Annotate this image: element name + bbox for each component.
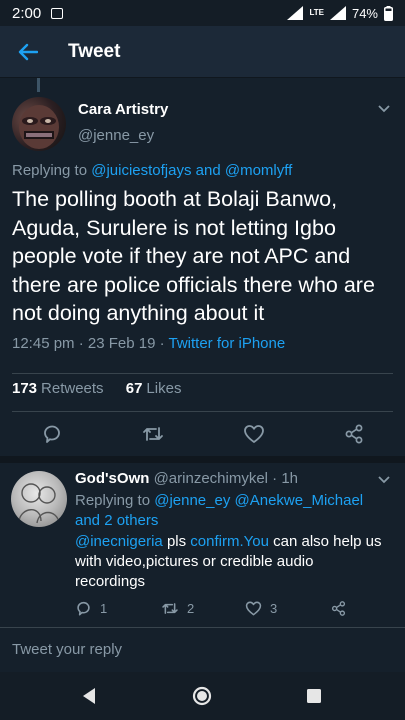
- reply-icon: [77, 601, 90, 616]
- tweet-timestamp: 12:45 pm · 23 Feb 19 ·: [12, 335, 169, 352]
- url-link[interactable]: confirm.You: [190, 533, 269, 550]
- replying-and: and: [195, 162, 221, 179]
- status-icons: LTE 74%: [287, 5, 393, 21]
- reply-author-handle[interactable]: @arinzechimykel · 1h: [154, 470, 298, 487]
- status-bar: 2:00 LTE 74%: [0, 0, 405, 26]
- image-notification-icon: [51, 7, 64, 19]
- battery-icon: [384, 5, 393, 21]
- retweet-icon: [162, 603, 178, 614]
- thread-connector-line: [37, 78, 40, 92]
- reply-tweet[interactable]: God'sOwn @arinzechimykel · 1h Replying t…: [0, 369, 405, 627]
- app-bar: Tweet: [0, 26, 405, 78]
- nav-home-icon[interactable]: [191, 685, 213, 707]
- battery-percent: 74%: [351, 5, 378, 21]
- page-title: Tweet: [68, 40, 121, 62]
- reply-actions: 1 2 3: [75, 600, 375, 620]
- reply-input-placeholder[interactable]: Tweet your reply: [12, 641, 122, 658]
- reply-count: 1: [100, 601, 108, 616]
- retweet-count: 2: [187, 601, 195, 616]
- status-time: 2:00: [12, 4, 42, 22]
- like-heart-icon: [245, 601, 262, 616]
- reply-text-part: pls: [162, 533, 191, 550]
- back-button[interactable]: [16, 40, 40, 64]
- tweet-meta: 12:45 pm · 23 Feb 19 · Twitter for iPhon…: [12, 335, 285, 352]
- reply-reply-action[interactable]: 1: [75, 600, 107, 617]
- network-type: LTE: [309, 8, 324, 17]
- replying-user-link[interactable]: @momlyff: [225, 162, 292, 179]
- avatar-portrait-image: [19, 105, 59, 149]
- replying-to-line: Replying to @juiciestofjays and @momlyff: [12, 162, 292, 179]
- chevron-down-icon[interactable]: [377, 475, 391, 485]
- reply-compose-bar[interactable]: Tweet your reply: [0, 627, 405, 672]
- system-nav-bar: [0, 672, 405, 720]
- reply-share-action[interactable]: [330, 600, 347, 617]
- back-arrow-icon: [18, 43, 38, 60]
- reply-header: God'sOwn @arinzechimykel · 1h: [75, 470, 298, 487]
- tweet-source-link[interactable]: Twitter for iPhone: [168, 335, 285, 352]
- replying-user-link[interactable]: @juiciestofjays: [91, 162, 191, 179]
- author-avatar[interactable]: [12, 97, 66, 151]
- mention-link[interactable]: @inecnigeria: [75, 533, 163, 550]
- share-icon: [331, 601, 346, 616]
- nav-recents-icon[interactable]: [303, 685, 325, 707]
- reply-retweet-action[interactable]: 2: [161, 600, 194, 617]
- reply-author-avatar[interactable]: [11, 471, 67, 527]
- reply-author-name[interactable]: God'sOwn: [75, 470, 149, 487]
- cell-signal-icon: [329, 6, 346, 20]
- replying-user-link[interactable]: @Anekwe_Michael: [235, 492, 364, 509]
- tweet-text: The polling booth at Bolaji Banwo, Aguda…: [12, 187, 375, 325]
- replying-others-link[interactable]: and 2 others: [75, 512, 158, 529]
- wifi-signal-icon: [287, 6, 304, 20]
- nav-back-icon[interactable]: [78, 685, 100, 707]
- replying-prefix: Replying to: [12, 162, 88, 179]
- avatar-sketch-image: [18, 483, 60, 524]
- author-name[interactable]: Cara Artistry: [78, 101, 168, 118]
- like-count: 3: [270, 601, 278, 616]
- chevron-down-icon[interactable]: [377, 104, 391, 114]
- author-handle[interactable]: @jenne_ey: [78, 127, 154, 144]
- replying-user-link[interactable]: @jenne_ey: [154, 492, 230, 509]
- reply-replying-to-line: Replying to @jenne_ey @Anekwe_Michael an…: [75, 491, 375, 531]
- reply-like-action[interactable]: 3: [245, 600, 277, 617]
- reply-text: @inecnigeria pls confirm.You can also he…: [75, 532, 385, 592]
- replying-prefix: Replying to: [75, 492, 151, 509]
